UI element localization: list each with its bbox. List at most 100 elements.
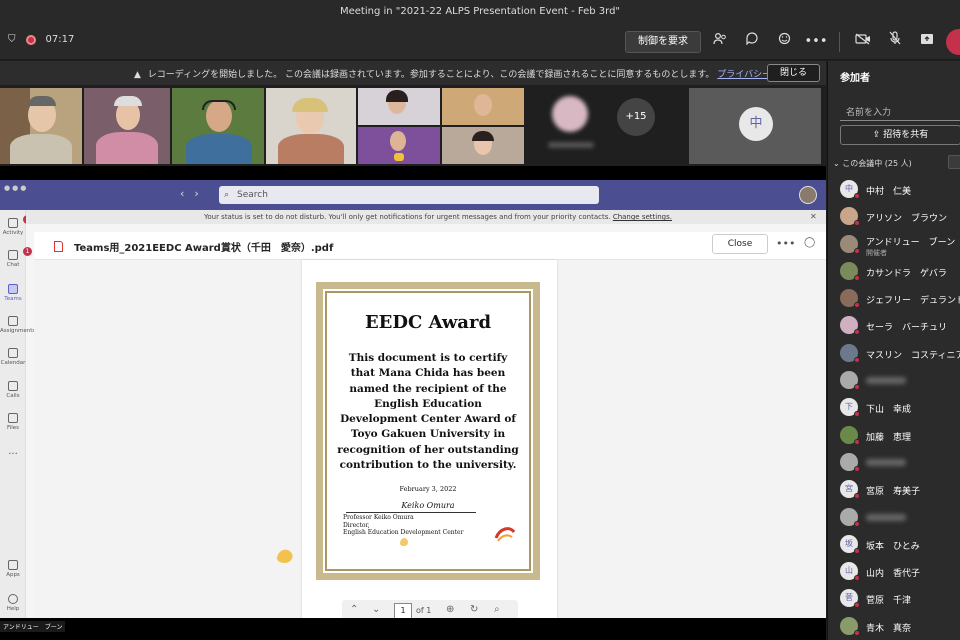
participant-list-item[interactable]: ジェフリー デュランド — [828, 285, 960, 312]
meeting-control-bar: ⛉ 07:17 制御を要求 ••• — [0, 24, 960, 60]
avatar — [840, 616, 860, 636]
nav-arrows[interactable]: ‹› — [180, 187, 209, 200]
participant-list-item[interactable] — [828, 449, 960, 476]
avatar[interactable] — [799, 186, 817, 204]
assignments-icon — [8, 316, 18, 326]
rail-item-calendar[interactable]: Calendar — [0, 348, 26, 366]
participant-list-item[interactable]: アリソン ブラウン — [828, 203, 960, 230]
rail-item-calls[interactable]: Calls — [0, 381, 26, 399]
rail-item-assignments[interactable]: Assignments — [0, 316, 35, 334]
featured-participant-tile[interactable]: 中 — [689, 88, 821, 164]
window-title: Meeting in "2021-22 ALPS Presentation Ev… — [0, 0, 960, 24]
mute-all-button[interactable] — [948, 155, 960, 169]
in-meeting-section-header[interactable]: ⌄ この会議中 (25 人) — [833, 158, 912, 169]
chat-icon[interactable] — [739, 29, 765, 55]
participant-list-item[interactable]: 下下山 幸成 — [828, 394, 960, 421]
warning-icon: ▲ — [134, 70, 141, 80]
teams-search-input[interactable]: ⌕ Search — [219, 186, 599, 204]
status-badge — [854, 547, 860, 554]
zoom-in-icon[interactable]: ⊕ — [446, 604, 454, 615]
change-settings-link[interactable]: Change settings. — [613, 213, 672, 221]
video-tile[interactable] — [0, 88, 82, 164]
avatar — [840, 343, 860, 363]
video-tile[interactable] — [442, 127, 524, 164]
dismiss-notice-button[interactable]: 閉じる — [767, 64, 820, 82]
participant-list-item[interactable]: カサンドラ ゲバラ — [828, 258, 960, 285]
participant-name: 坂本 ひとみ — [866, 541, 920, 552]
conversation-icon[interactable]: ◯ — [804, 237, 815, 248]
presenter-bar: アンドリュー ブーン — [0, 618, 826, 640]
share-invite-button[interactable]: ⇪ 招待を共有 — [840, 125, 960, 145]
university-logo-icon — [494, 527, 516, 542]
search-icon[interactable]: ⌕ — [494, 604, 500, 615]
avatar: 中 — [739, 107, 773, 141]
video-tile[interactable] — [358, 88, 440, 125]
participant-name — [866, 458, 906, 466]
dnd-banner-text: Your status is set to do not disturb. Yo… — [204, 213, 611, 221]
more-options-icon[interactable]: ••• — [803, 29, 829, 55]
page-number-input[interactable]: 1 — [394, 603, 412, 619]
video-tile[interactable] — [442, 88, 524, 125]
avatar — [840, 234, 860, 254]
video-tile[interactable] — [266, 88, 356, 164]
pdf-viewer: EEDC Award This document is to certify t… — [34, 260, 826, 626]
participant-list-item[interactable] — [828, 367, 960, 394]
calendar-icon — [8, 348, 18, 358]
video-tile[interactable] — [358, 127, 440, 164]
page-up-icon[interactable]: ⌃ — [350, 604, 358, 615]
video-tile[interactable] — [84, 88, 170, 164]
participant-list-item[interactable]: 青木 真奈 — [828, 613, 960, 640]
participant-name: 中村 仁美 — [866, 187, 912, 197]
signature-line — [346, 512, 476, 514]
participant-list-item[interactable]: セーラ バーチュリ — [828, 312, 960, 339]
participant-list-item[interactable] — [828, 504, 960, 531]
status-badge — [854, 247, 860, 254]
status-badge — [854, 411, 860, 418]
rail-item-more[interactable]: ... — [0, 446, 26, 457]
rail-item-chat[interactable]: 1 Chat — [0, 247, 32, 268]
presenter-name: アンドリュー ブーン — [0, 621, 66, 632]
participant-list-item[interactable]: アンドリュー ブーン 開催者 — [828, 231, 960, 258]
certificate-body: This document is to certify that Mana Ch… — [337, 352, 519, 472]
participant-list-item[interactable]: 宮宮原 寿美子 — [828, 476, 960, 503]
rail-item-help[interactable]: Help — [0, 594, 26, 612]
video-tile[interactable] — [172, 88, 264, 164]
more-participants-indicator[interactable]: +15 — [617, 98, 655, 136]
close-icon[interactable]: ✕ — [810, 210, 817, 224]
participant-role: 開催者 — [866, 248, 887, 257]
rail-item-apps[interactable]: Apps — [0, 560, 26, 578]
participant-list-item[interactable]: 菅菅原 千津 — [828, 585, 960, 612]
participant-search-input[interactable]: 名前を入力 — [840, 99, 960, 121]
bell-icon: 1 — [8, 215, 32, 228]
participants-panel: 参加者 名前を入力 ⇪ 招待を共有 ⌄ この会議中 (25 人) 中中村 仁美ア… — [827, 61, 960, 640]
status-badge — [854, 193, 860, 199]
share-screen-icon[interactable] — [914, 29, 940, 55]
avatar: 下 — [840, 398, 860, 418]
more-options-icon[interactable]: ••• — [776, 237, 795, 250]
document-title: Teams用_2021EEDC Award賞状（千田 愛奈）.pdf — [74, 243, 334, 254]
status-badge — [854, 602, 860, 609]
leave-meeting-button[interactable] — [946, 29, 960, 55]
page-down-icon[interactable]: ⌄ — [372, 604, 380, 615]
raised-hand-icon — [277, 549, 293, 563]
camera-off-icon[interactable] — [850, 29, 876, 55]
video-strip: +15 中 — [0, 86, 826, 166]
rail-item-activity[interactable]: 1 Activity — [0, 215, 32, 236]
close-document-button[interactable]: Close — [712, 234, 768, 254]
teams-meeting-window: Meeting in "2021-22 ALPS Presentation Ev… — [0, 0, 960, 640]
participant-list-item[interactable]: マスリン コスティニアーノ — [828, 340, 960, 367]
participants-icon[interactable] — [707, 29, 733, 55]
search-icon: ⌕ — [224, 190, 230, 200]
mic-off-icon[interactable] — [882, 29, 908, 55]
rail-item-files[interactable]: Files — [0, 413, 26, 431]
participant-list-item[interactable]: 加藤 恵理 — [828, 422, 960, 449]
rail-item-teams[interactable]: Teams — [0, 284, 26, 302]
reactions-icon[interactable] — [771, 29, 797, 55]
participant-list-item[interactable]: 坂坂本 ひとみ — [828, 531, 960, 558]
request-control-button[interactable]: 制御を要求 — [625, 31, 701, 53]
rotate-icon[interactable]: ↻ — [470, 604, 478, 615]
participant-list-item[interactable]: 中中村 仁美 — [828, 176, 960, 203]
page-count: of 1 — [416, 606, 432, 615]
avatar: 中 — [840, 180, 860, 199]
participant-list-item[interactable]: 山山内 香代子 — [828, 558, 960, 585]
